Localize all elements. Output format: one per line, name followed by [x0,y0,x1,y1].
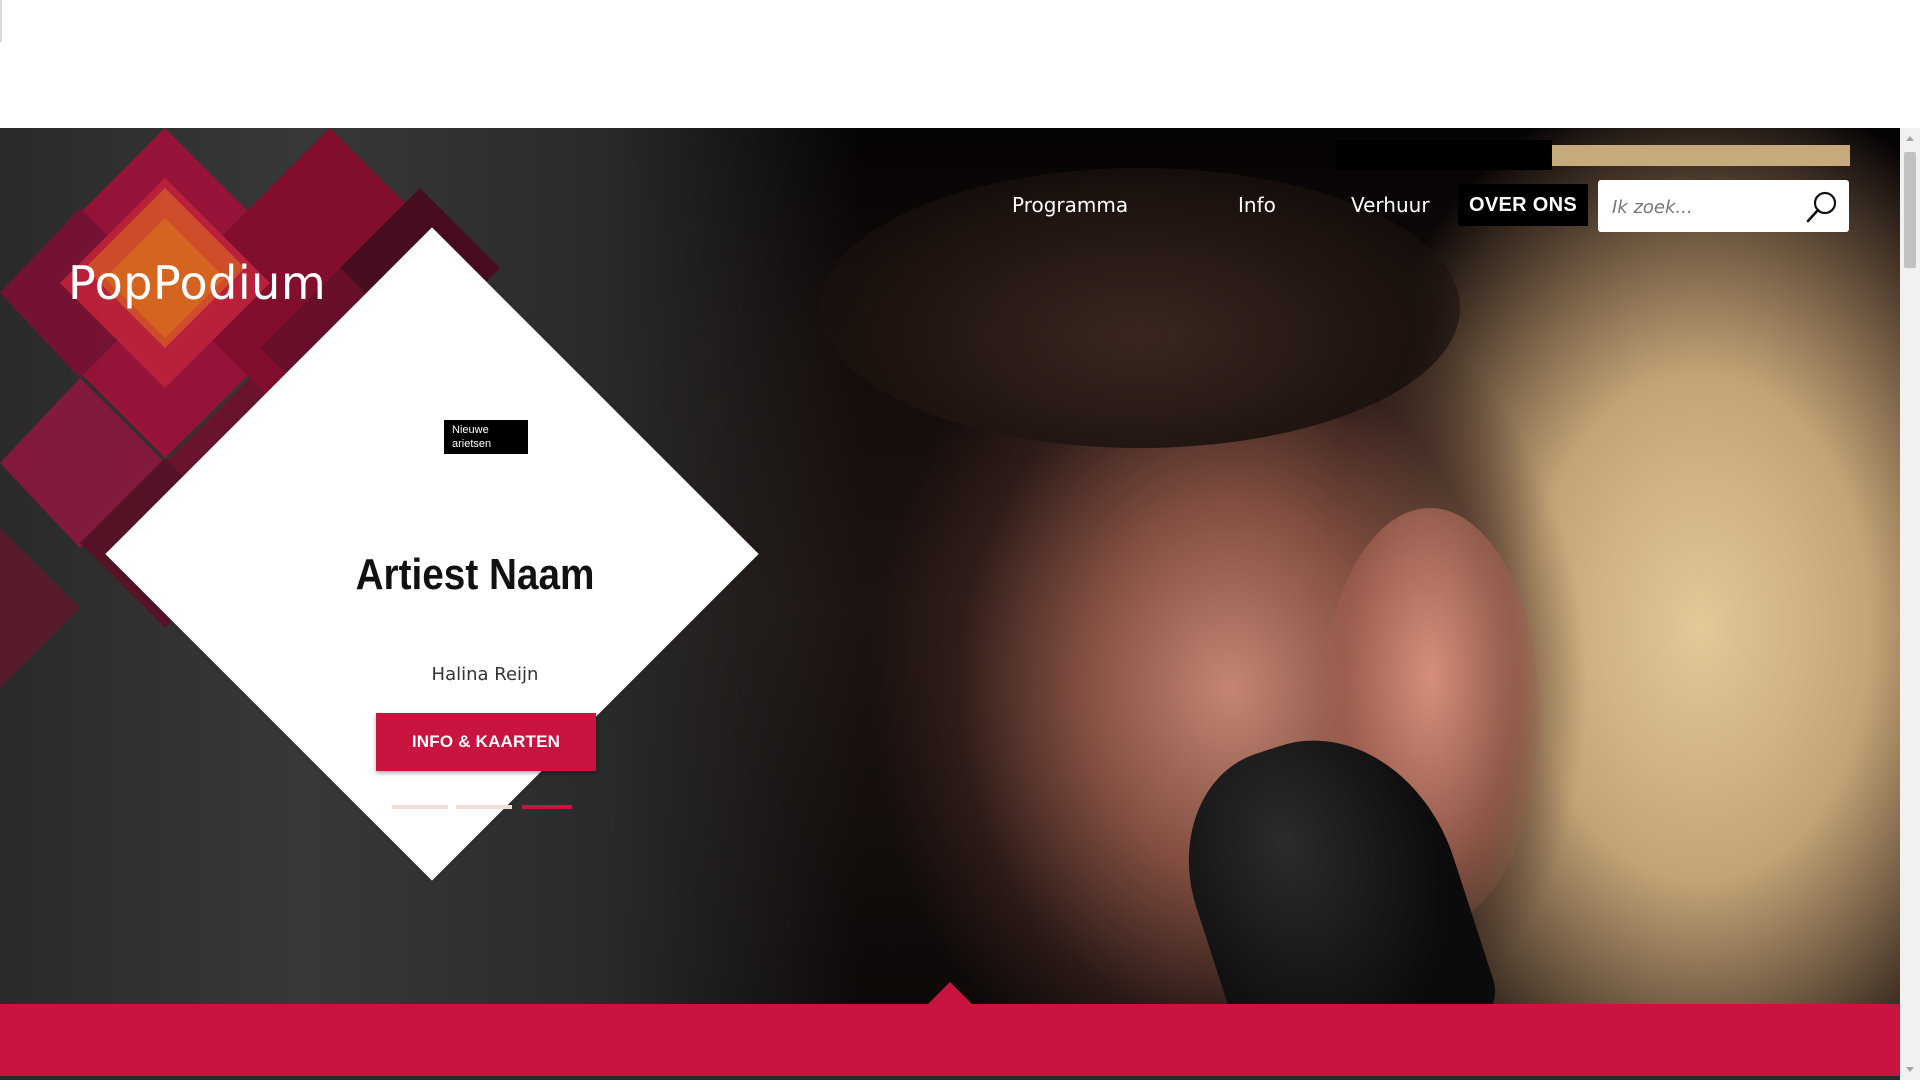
search-icon[interactable] [1805,190,1839,224]
slide-indicators [392,805,592,811]
scroll-up-icon[interactable] [1906,136,1914,141]
content-section-band [0,982,1900,1080]
nav-item-programma[interactable]: Programma [1012,184,1128,226]
top-gold-strip [1552,145,1850,166]
feature-card: Nieuwe arietsen Artiest Naam Halina Reij… [160,300,810,960]
scroll-down-icon[interactable] [1906,1067,1914,1072]
artist-title: Artiest Naam [355,550,595,599]
nav-item-verhuur[interactable]: Verhuur [1351,184,1430,226]
new-artists-badge: Nieuwe arietsen [444,420,528,454]
scrollbar-thumb[interactable] [1904,152,1916,268]
slide-dot-1[interactable] [392,805,448,809]
page-scrollbar[interactable] [1900,128,1920,1080]
bottom-border [0,1076,1900,1080]
slide-dot-2[interactable] [456,805,512,809]
top-black-strip [1336,140,1552,170]
nav-item-info[interactable]: Info [1238,184,1276,226]
search-input[interactable] [1610,180,1804,234]
section-pointer [928,982,972,1004]
search-box [1598,180,1849,234]
slide-dot-3[interactable] [522,805,572,809]
nav-item-over-ons[interactable]: OVER ONS [1458,184,1588,226]
artist-subtitle: Halina Reijn [431,664,539,685]
info-tickets-button[interactable]: INFO & KAARTEN [376,713,596,771]
header-divider [0,0,2,42]
browser-blank-header [0,0,1920,128]
